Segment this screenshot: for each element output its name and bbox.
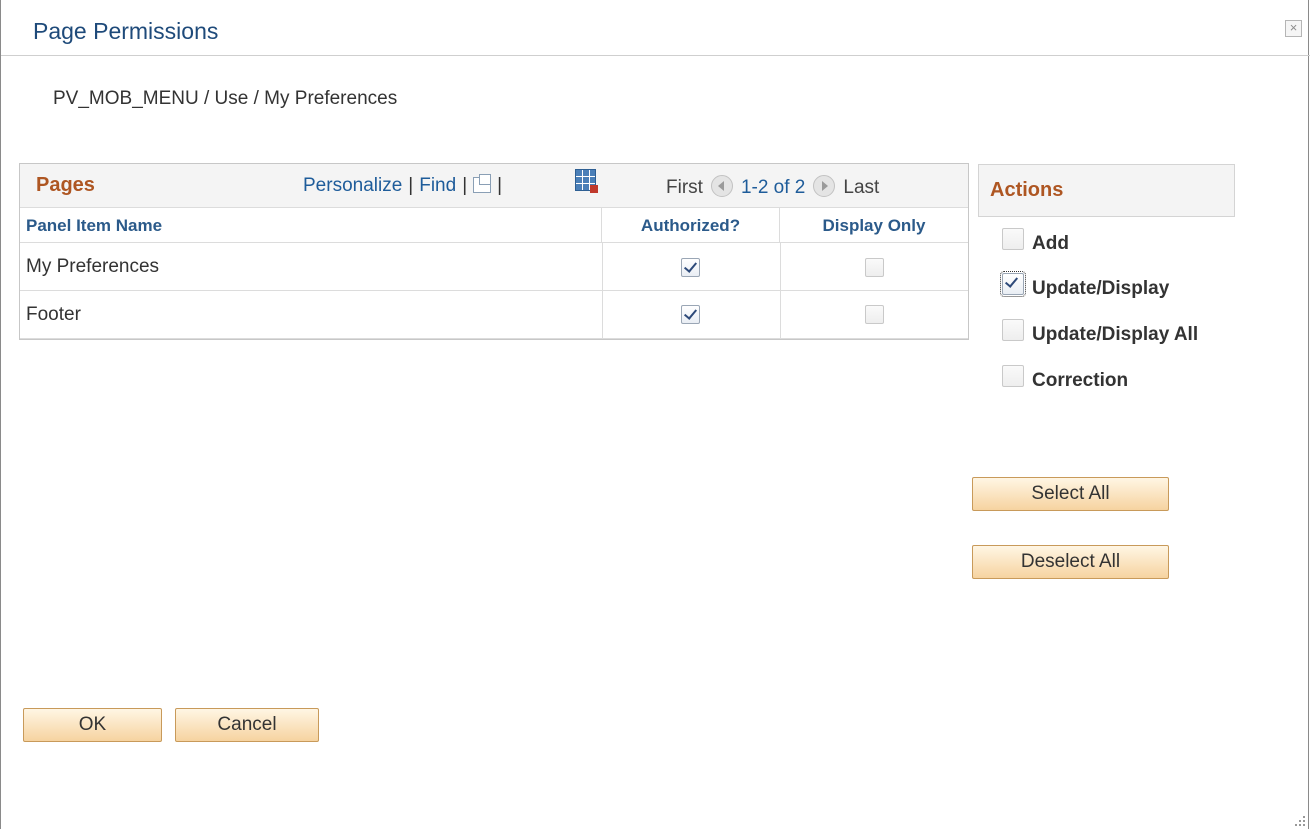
action-label: Add (1032, 233, 1069, 254)
display-only-checkbox[interactable] (865, 305, 884, 324)
ok-button[interactable]: OK (23, 708, 162, 742)
deselect-all-button[interactable]: Deselect All (972, 545, 1169, 579)
pager-first[interactable]: First (666, 177, 703, 198)
download-to-excel-icon[interactable] (575, 169, 598, 193)
previous-icon[interactable] (710, 175, 733, 197)
column-header-panel-item-name: Panel Item Name (20, 208, 602, 242)
next-icon[interactable] (813, 175, 836, 197)
find-link[interactable]: Find (419, 175, 456, 196)
toolbar-separator: | (497, 175, 503, 196)
close-icon[interactable]: × (1285, 20, 1302, 37)
correction-checkbox[interactable] (1002, 365, 1024, 387)
add-checkbox[interactable] (1002, 228, 1024, 250)
view-all-icon[interactable] (473, 174, 492, 193)
dialog-titlebar: Page Permissions × (1, 0, 1310, 56)
select-all-button[interactable]: Select All (972, 477, 1169, 511)
action-label: Update/Display (1032, 278, 1170, 299)
update-display-all-checkbox[interactable] (1002, 319, 1024, 341)
update-display-checkbox[interactable] (1000, 271, 1026, 297)
authorized-checkbox[interactable] (681, 305, 700, 324)
resize-grip-icon[interactable] (1295, 816, 1305, 826)
grid-title: Pages (36, 174, 95, 196)
action-label: Update/Display All (1032, 324, 1199, 345)
column-header-display-only: Display Only (822, 216, 926, 235)
page-permissions-dialog: Page Permissions × PV_MOB_MENU / Use / M… (0, 0, 1310, 829)
pages-grid: Pages Personalize | Find | | First 1-2 of 2 La… (19, 163, 969, 340)
display-only-checkbox[interactable] (865, 258, 884, 277)
grid-toolbar: Personalize | Find | | (303, 174, 508, 197)
actions-title: Actions (990, 179, 1064, 201)
grid-header: Pages Personalize | Find | | First 1-2 of 2 La… (20, 164, 968, 208)
cancel-button[interactable]: Cancel (175, 708, 319, 742)
dialog-title: Page Permissions (33, 18, 219, 44)
column-header-authorized: Authorized? (602, 208, 780, 242)
actions-header: Actions (978, 164, 1235, 217)
pager-count: 1-2 of 2 (740, 177, 806, 198)
grid-pager: First 1-2 of 2 Last (666, 175, 879, 199)
row-name: My Preferences (26, 256, 160, 277)
breadcrumb: PV_MOB_MENU / Use / My Preferences (53, 88, 398, 109)
action-label: Correction (1032, 370, 1129, 391)
toolbar-separator: | (408, 175, 414, 196)
authorized-checkbox[interactable] (681, 258, 700, 277)
personalize-link[interactable]: Personalize (303, 175, 402, 196)
pager-last[interactable]: Last (843, 177, 879, 198)
row-name: Footer (26, 304, 81, 325)
table-row: My Preferences (20, 243, 968, 291)
table-row: Footer (20, 291, 968, 339)
toolbar-separator: | (462, 175, 468, 196)
